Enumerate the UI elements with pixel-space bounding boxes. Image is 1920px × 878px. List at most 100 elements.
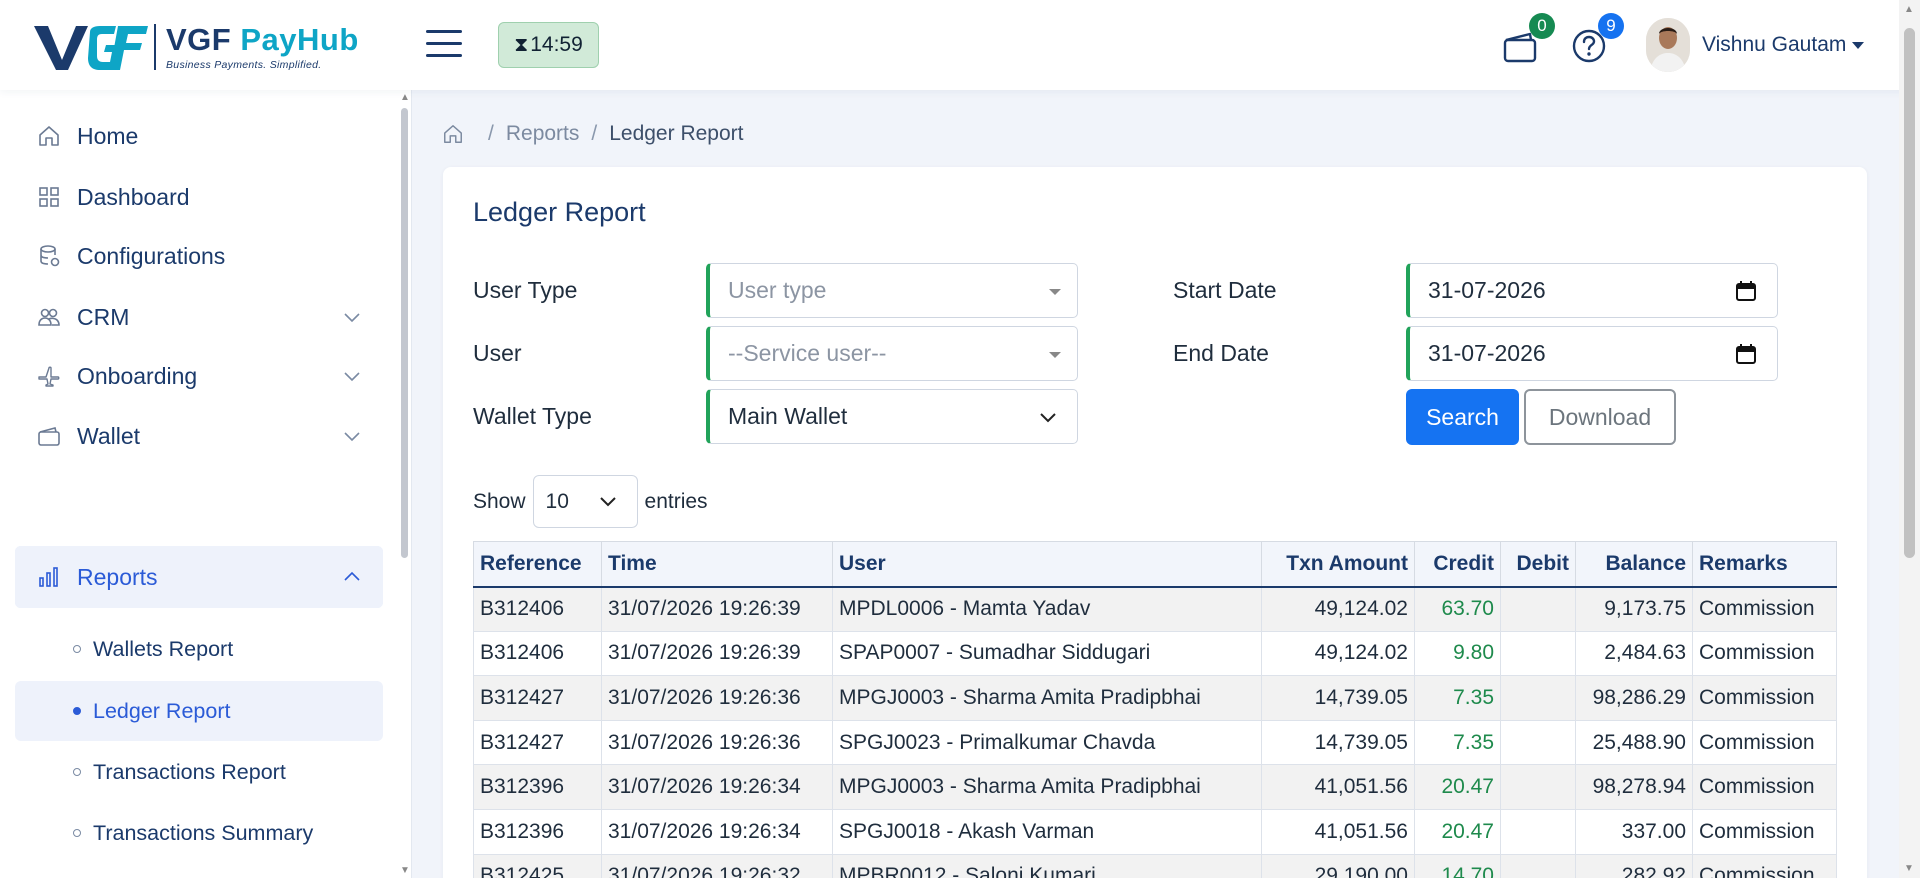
column-header-balance[interactable]: Balance xyxy=(1575,541,1693,588)
cell-credit: 7.35 xyxy=(1414,675,1501,721)
cell-balance: 25,488.90 xyxy=(1575,719,1693,766)
help-button[interactable]: 9 xyxy=(1571,13,1624,64)
cell-remarks: Commission xyxy=(1692,719,1837,766)
column-header-credit[interactable]: Credit xyxy=(1414,541,1501,588)
breadcrumb: / Reports / Ledger Report xyxy=(442,122,743,146)
sidebar-subitem-label: Transactions Report xyxy=(93,759,286,784)
wallet-notification-button[interactable]: 0 xyxy=(1502,13,1555,64)
scroll-up-icon[interactable]: ▲ xyxy=(1904,4,1914,15)
sidebar-item-configurations[interactable]: Configurations xyxy=(15,225,383,287)
user-type-select[interactable]: User type xyxy=(706,263,1078,318)
table-row[interactable]: B312406 31/07/2026 19:26:39 MPDL0006 - Mam… xyxy=(473,586,1837,632)
entries-length-control: Show 10 entries xyxy=(473,475,708,528)
ledger-table: Reference Time User Txn Amount Credit De… xyxy=(473,541,1837,878)
sidebar-subitem-label: Wallets Report xyxy=(93,636,234,661)
column-header-remarks[interactable]: Remarks xyxy=(1692,541,1837,588)
show-label: Show xyxy=(473,489,526,513)
wallet-type-select[interactable]: Main Wallet xyxy=(706,389,1078,444)
chevron-up-icon xyxy=(344,571,360,581)
help-count-badge: 9 xyxy=(1598,13,1624,39)
sidebar-item-crm[interactable]: CRM xyxy=(15,286,383,348)
bullet-icon xyxy=(73,645,81,653)
table-row[interactable]: B312427 31/07/2026 19:26:36 SPGJ0023 - Pri… xyxy=(473,719,1837,766)
home-icon[interactable] xyxy=(442,123,464,145)
sidebar-subitem-label: Transactions Summary xyxy=(93,820,314,845)
scroll-up-icon[interactable]: ▲ xyxy=(400,92,410,103)
cell-time: 31/07/2026 19:26:36 xyxy=(601,675,833,721)
entries-select[interactable]: 10 xyxy=(532,475,638,528)
cell-txn-amount: 29,190.00 xyxy=(1261,853,1415,878)
chevron-down-icon xyxy=(599,497,616,507)
sidebar-item-dashboard[interactable]: Dashboard xyxy=(15,166,383,228)
cell-txn-amount: 41,051.56 xyxy=(1261,808,1415,855)
breadcrumb-reports[interactable]: Reports xyxy=(506,122,580,146)
breadcrumb-current: Ledger Report xyxy=(609,122,744,145)
brand-vgf: VGF xyxy=(166,21,232,57)
user-menu[interactable]: Vishnu Gautam xyxy=(1646,18,1865,72)
sidebar-subitem-transactions-report[interactable]: Transactions Report xyxy=(15,742,383,802)
table-row[interactable]: B312396 31/07/2026 19:26:34 MPGJ0003 - Sha… xyxy=(473,764,1837,810)
sidebar-item-wallet[interactable]: Wallet xyxy=(15,405,383,467)
sidebar-item-reports-label-row[interactable]: Reports xyxy=(15,546,383,608)
wallet-count-badge: 0 xyxy=(1529,13,1555,39)
chevron-down-icon xyxy=(344,372,360,382)
table-row[interactable]: B312396 31/07/2026 19:26:34 SPGJ0018 - Aka… xyxy=(473,808,1837,855)
cell-time: 31/07/2026 19:26:39 xyxy=(601,630,833,677)
search-button[interactable]: Search xyxy=(1406,389,1519,445)
scroll-down-icon[interactable]: ▼ xyxy=(400,865,410,876)
column-header-debit[interactable]: Debit xyxy=(1500,541,1576,588)
cell-time: 31/07/2026 19:26:39 xyxy=(601,586,833,632)
sidebar-subitem-transactions-summary[interactable]: Transactions Summary xyxy=(15,803,383,863)
sidebar-scrollbar[interactable]: ▲ ▼ xyxy=(398,90,412,878)
sidebar-subitem-wallets-report[interactable]: Wallets Report xyxy=(15,619,383,679)
cell-txn-amount: 49,124.02 xyxy=(1261,630,1415,677)
cell-user: MPDL0006 - Mamta Yadav xyxy=(832,586,1262,632)
brand-payhub: PayHub xyxy=(240,21,359,57)
hourglass-icon: ⧗ xyxy=(514,33,529,56)
calendar-icon[interactable] xyxy=(1735,343,1757,365)
sidebar-item-onboarding[interactable]: Onboarding xyxy=(15,345,383,407)
cell-balance: 2,484.63 xyxy=(1575,630,1693,677)
end-date-input[interactable]: 31-07-2026 xyxy=(1406,326,1778,381)
cell-debit xyxy=(1500,586,1576,632)
table-row[interactable]: B312427 31/07/2026 19:26:36 MPGJ0003 - Sha… xyxy=(473,675,1837,721)
page-scrollbar[interactable]: ▲ ▼ xyxy=(1899,0,1920,878)
sidebar-item-label: Reports xyxy=(77,563,158,590)
bullet-icon xyxy=(73,707,81,715)
sidebar-item-label: CRM xyxy=(77,303,130,330)
cell-remarks: Commission xyxy=(1692,764,1837,810)
sidebar-subitem-ledger-report[interactable]: Ledger Report xyxy=(15,681,383,741)
brand-logo[interactable]: VGF PayHub Business Payments. Simplified… xyxy=(30,18,360,76)
cell-reference: B312427 xyxy=(473,719,602,766)
column-header-time[interactable]: Time xyxy=(601,541,833,588)
column-header-user[interactable]: User xyxy=(832,541,1262,588)
cell-reference: B312427 xyxy=(473,675,602,721)
cell-user: MPGJ0003 - Sharma Amita Pradipbhai xyxy=(832,764,1262,810)
cell-txn-amount: 41,051.56 xyxy=(1261,764,1415,810)
logo-divider xyxy=(154,24,156,70)
calendar-icon[interactable] xyxy=(1735,280,1757,302)
sidebar-item-home[interactable]: Home xyxy=(15,105,383,167)
cell-time: 31/07/2026 19:26:34 xyxy=(601,764,833,810)
cell-debit xyxy=(1500,719,1576,766)
download-button[interactable]: Download xyxy=(1524,389,1676,445)
cell-user: SPAP0007 - Sumadhar Siddugari xyxy=(832,630,1262,677)
dropdown-arrow-icon xyxy=(1049,289,1061,295)
start-date-input[interactable]: 31-07-2026 xyxy=(1406,263,1778,318)
table-row[interactable]: B312406 31/07/2026 19:26:39 SPAP0007 - Sum… xyxy=(473,630,1837,677)
scroll-down-icon[interactable]: ▼ xyxy=(1904,863,1914,874)
cell-debit xyxy=(1500,630,1576,677)
database-icon xyxy=(40,245,60,267)
entries-value: 10 xyxy=(545,489,569,513)
menu-toggle-icon[interactable] xyxy=(426,30,462,60)
column-header-reference[interactable]: Reference xyxy=(473,541,602,588)
page-scroll-thumb[interactable] xyxy=(1904,28,1915,558)
sidebar-scroll-thumb[interactable] xyxy=(401,108,408,558)
wallet-icon xyxy=(38,427,60,446)
column-header-txn-amount[interactable]: Txn Amount xyxy=(1261,541,1415,588)
table-row[interactable]: B312425 31/07/2026 19:26:32 MPBR0012 - Sal… xyxy=(473,853,1837,878)
users-icon xyxy=(38,308,60,326)
service-user-select[interactable]: --Service user-- xyxy=(706,326,1078,381)
cell-time: 31/07/2026 19:26:36 xyxy=(601,719,833,766)
cell-balance: 337.00 xyxy=(1575,808,1693,855)
